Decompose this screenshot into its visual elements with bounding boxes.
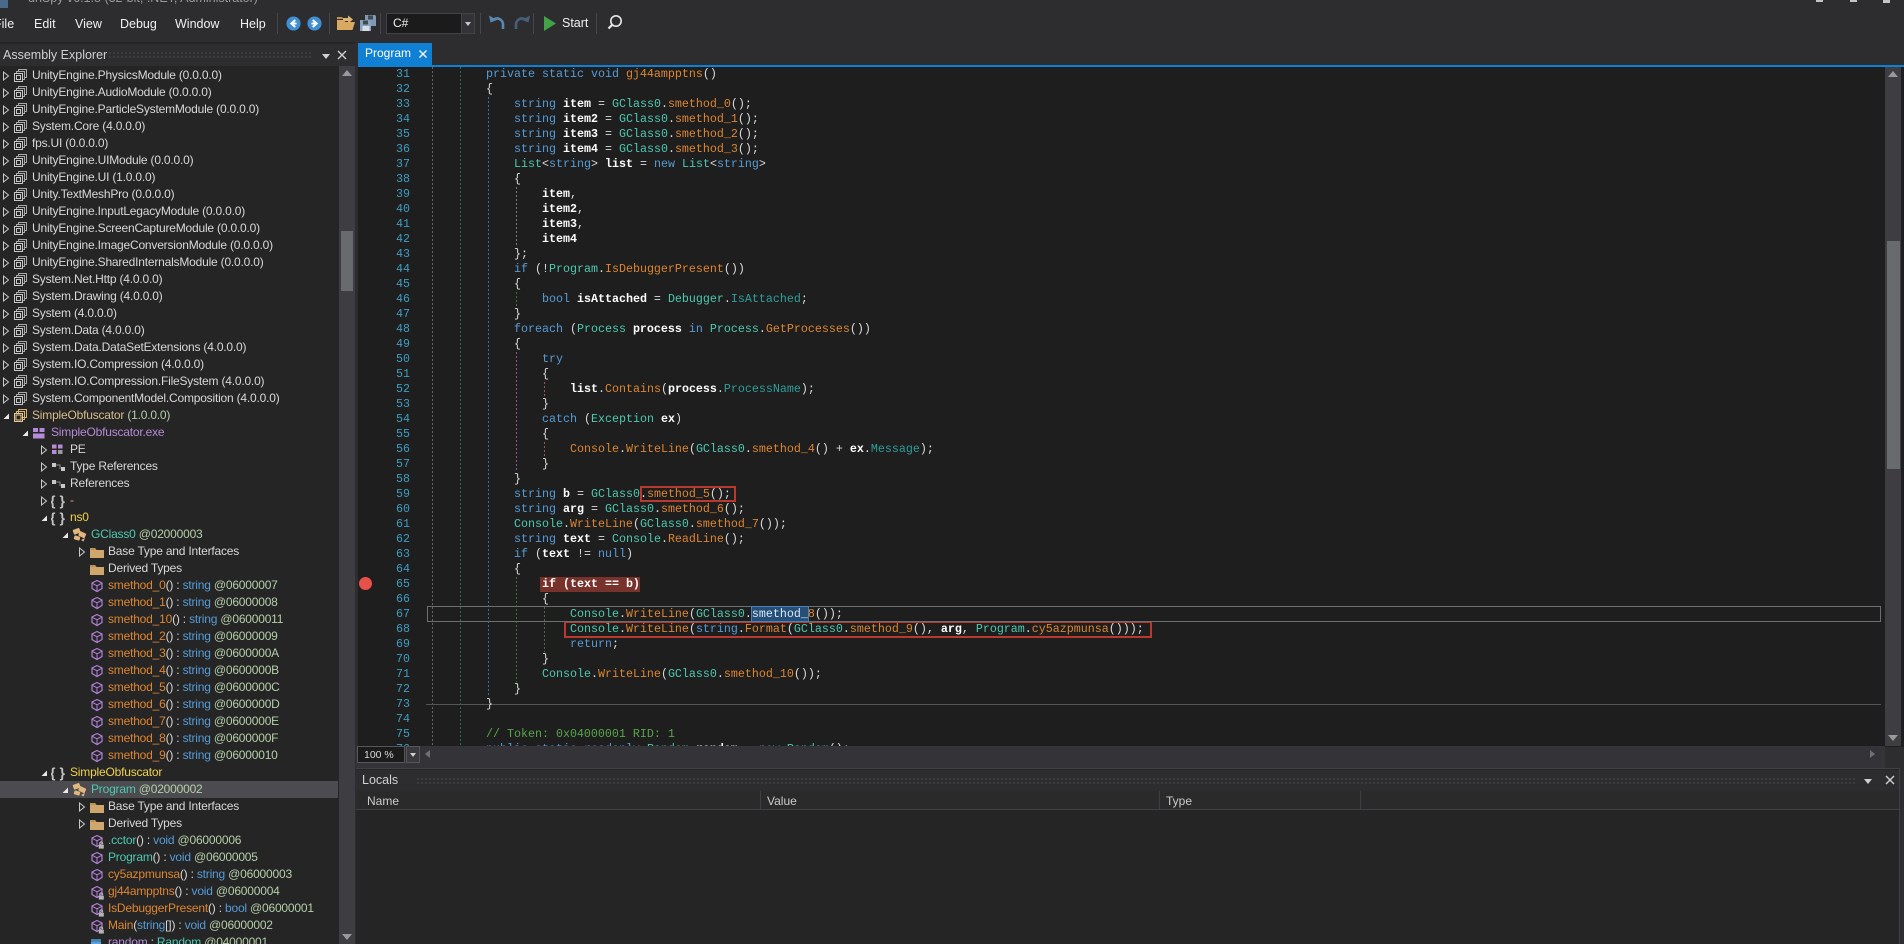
svg-text:}: } bbox=[60, 510, 66, 526]
svg-text:}: } bbox=[60, 765, 66, 781]
svg-text:{: { bbox=[51, 765, 56, 781]
svg-text:{: { bbox=[51, 510, 56, 526]
svg-text:}: } bbox=[60, 493, 66, 509]
svg-text:{: { bbox=[51, 493, 56, 509]
